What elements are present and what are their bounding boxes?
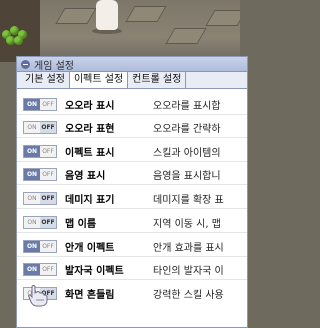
setting-description: 지역 이동 시, 맵 [153, 218, 221, 230]
toggle-on-label: ON [24, 240, 40, 252]
setting-description: 오오라를 표시합 [153, 100, 221, 112]
setting-description: 음영을 표시합니 [153, 170, 221, 182]
toggle-off-label: OFF [42, 265, 54, 273]
floor-tile [55, 8, 97, 24]
window-title: 게임 설정 [34, 60, 74, 72]
setting-row: ON OFF 이펙트 표시 스킬과 아이템의 [17, 141, 247, 162]
toggle-on-label: ON [24, 263, 40, 275]
row-divider [17, 279, 247, 280]
toggle-on-label: ON [27, 194, 37, 202]
toggle-switch[interactable]: ON OFF [23, 167, 57, 181]
toggle-off-label: OFF [40, 216, 56, 228]
row-divider [17, 208, 247, 209]
setting-description: 오오라를 간략하 [153, 123, 221, 135]
toggle-switch[interactable]: ON OFF [23, 215, 57, 229]
toggle-on-label: ON [24, 98, 40, 110]
toggle-off-label: OFF [42, 170, 54, 178]
setting-name: 발자국 이펙트 [65, 265, 124, 277]
game-settings-window: 게임 설정 기본 설정 이펙트 설정 컨트롤 설정 ON OFF 오오라 표시 … [16, 56, 248, 328]
toggle-on-label: ON [27, 218, 37, 226]
row-divider [17, 232, 247, 233]
setting-name: 오오라 표현 [65, 123, 115, 135]
setting-row: ON OFF 발자국 이펙트 타인의 발자국 이 [17, 259, 247, 280]
player-character[interactable] [96, 0, 118, 30]
toggle-switch[interactable]: ON OFF [23, 191, 57, 205]
row-divider [17, 161, 247, 162]
setting-name: 이펙트 표시 [65, 147, 115, 159]
row-divider [17, 256, 247, 257]
tab-control-settings[interactable]: 컨트롤 설정 [128, 72, 187, 88]
setting-name: 음영 표시 [65, 170, 106, 182]
toggle-switch[interactable]: ON OFF [23, 239, 57, 253]
setting-name: 데미지 표기 [65, 194, 115, 206]
tab-basic-settings[interactable]: 기본 설정 [17, 72, 70, 88]
tab-effect-settings[interactable]: 이펙트 설정 [69, 72, 129, 88]
toggle-off-label: OFF [42, 242, 54, 250]
row-divider [17, 184, 247, 185]
toggle-off-label: OFF [42, 147, 54, 155]
setting-description: 타인의 발자국 이 [153, 265, 224, 277]
floor-tile [125, 6, 167, 22]
setting-row: ON OFF 화면 흔들림 강력한 스킬 사용 [17, 283, 247, 303]
fruit [14, 36, 23, 45]
setting-name: 안개 이펙트 [65, 242, 115, 254]
setting-name: 오오라 표시 [65, 100, 115, 112]
toggle-off-label: OFF [42, 100, 54, 108]
toggle-switch[interactable]: ON OFF [23, 262, 57, 276]
row-divider [17, 137, 247, 138]
toggle-on-label: ON [27, 123, 37, 131]
floor-tile [165, 28, 207, 44]
game-background [0, 0, 240, 62]
toggle-off-label: OFF [40, 121, 56, 133]
toggle-switch[interactable]: ON OFF [23, 97, 57, 111]
setting-row: ON OFF 맵 이름 지역 이동 시, 맵 [17, 212, 247, 233]
setting-row: ON OFF 음영 표시 음영을 표시합니 [17, 164, 247, 185]
setting-row: ON OFF 데미지 표기 데미지를 확장 표 [17, 188, 247, 209]
setting-row: ON OFF 오오라 표현 오오라를 간략하 [17, 117, 247, 138]
toggle-on-label: ON [24, 145, 40, 157]
setting-description: 강력한 스킬 사용 [153, 289, 224, 301]
window-titlebar[interactable]: 게임 설정 [17, 57, 247, 72]
setting-description: 데미지를 확장 표 [153, 194, 224, 206]
setting-name: 맵 이름 [65, 218, 97, 230]
effect-settings-list: ON OFF 오오라 표시 오오라를 표시합 ON OFF 오오라 표현 오오라… [17, 91, 247, 327]
floor-tile [205, 10, 240, 26]
toggle-switch[interactable]: ON OFF [23, 120, 57, 134]
setting-name: 화면 흔들림 [65, 289, 115, 301]
toggle-on-label: ON [24, 168, 40, 180]
hand-cursor-icon [26, 283, 50, 307]
toggle-switch[interactable]: ON OFF [23, 144, 57, 158]
minimize-icon[interactable] [21, 59, 30, 69]
settings-tabs: 기본 설정 이펙트 설정 컨트롤 설정 [17, 72, 247, 89]
setting-row: ON OFF 안개 이펙트 안개 효과를 표시 [17, 236, 247, 257]
setting-description: 스킬과 아이템의 [153, 147, 221, 159]
toggle-off-label: OFF [40, 192, 56, 204]
row-divider [17, 114, 247, 115]
setting-description: 안개 효과를 표시 [153, 242, 224, 254]
setting-row: ON OFF 오오라 표시 오오라를 표시합 [17, 94, 247, 115]
